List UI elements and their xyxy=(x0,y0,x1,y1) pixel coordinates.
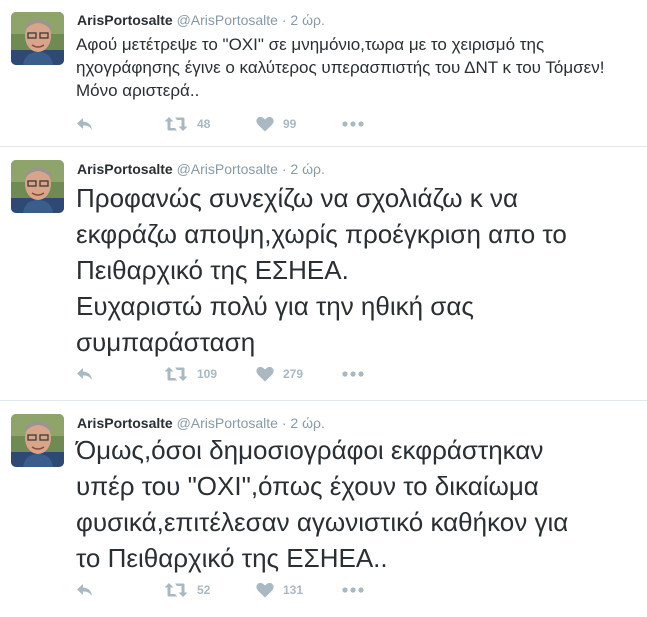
avatar[interactable] xyxy=(11,12,64,65)
like-count: 99 xyxy=(283,117,297,131)
reply-icon xyxy=(76,116,94,132)
like-button[interactable]: 279 xyxy=(256,363,303,385)
tweet-text-line: συμπαράσταση xyxy=(76,327,256,357)
tweet-header: ArisPortosalte @ArisPortosalte · 2 ώρ. xyxy=(77,11,325,29)
like-count: 131 xyxy=(283,583,304,597)
more-button[interactable] xyxy=(342,363,364,385)
author-handle[interactable]: @ArisPortosalte xyxy=(177,161,278,177)
more-icon xyxy=(342,587,364,593)
heart-icon xyxy=(256,582,274,598)
reply-button[interactable] xyxy=(76,113,94,135)
author-name[interactable]: ArisPortosalte xyxy=(77,12,173,28)
tweet-text-line: Προφανώς συνεχίζω να σχολιάζω κ να xyxy=(76,183,519,213)
retweet-icon xyxy=(164,582,188,598)
author-handle[interactable]: @ArisPortosalte xyxy=(177,12,278,28)
tweet-actions: 48 99 xyxy=(76,113,396,135)
retweet-icon xyxy=(164,366,188,382)
avatar[interactable] xyxy=(11,414,64,467)
retweet-button[interactable]: 48 xyxy=(164,113,210,135)
reply-icon xyxy=(76,366,94,382)
reply-button[interactable] xyxy=(76,579,94,601)
tweet-time[interactable]: 2 ώρ. xyxy=(290,415,324,431)
heart-icon xyxy=(256,366,274,382)
like-button[interactable]: 131 xyxy=(256,579,303,601)
tweet-actions: 109 279 xyxy=(76,363,396,385)
tweet-feed: ArisPortosalte @ArisPortosalte · 2 ώρ. Α… xyxy=(0,0,647,617)
tweet-text-line: Αφού μετέτρεψε το "ΟΧΙ" σε μνημόνιο,τωρα… xyxy=(76,35,545,54)
tweet-text-line: εκφράζω αποψη,χωρίς προέγκριση απο το xyxy=(76,219,567,249)
retweet-icon xyxy=(164,116,188,132)
tweet-text-line: Ευχαριστώ πολύ για την ηθική σας xyxy=(76,291,474,321)
more-icon xyxy=(342,121,364,127)
tweet-header: ArisPortosalte @ArisPortosalte · 2 ώρ. xyxy=(77,160,325,178)
tweet-text-line: Όμως,όσοι δημοσιογράφοι εκφράστηκαν xyxy=(76,435,544,465)
tweet-time[interactable]: 2 ώρ. xyxy=(290,12,324,28)
retweet-count: 48 xyxy=(197,117,211,131)
separator: · xyxy=(281,415,287,431)
tweet-text: Όμως,όσοι δημοσιογράφοι εκφράστηκαν υπέρ… xyxy=(76,432,639,576)
tweet[interactable]: ArisPortosalte @ArisPortosalte · 2 ώρ. Α… xyxy=(0,0,647,147)
tweet-text: Αφού μετέτρεψε το "ΟΧΙ" σε μνημόνιο,τωρα… xyxy=(76,33,639,102)
tweet-text-line: το Πειθαρχικό της ΕΣΗΕΑ.. xyxy=(76,543,388,573)
author-name[interactable]: ArisPortosalte xyxy=(77,161,173,177)
retweet-button[interactable]: 109 xyxy=(164,363,217,385)
author-name[interactable]: ArisPortosalte xyxy=(77,415,173,431)
retweet-count: 109 xyxy=(197,367,218,381)
more-icon xyxy=(342,371,364,377)
tweet-header: ArisPortosalte @ArisPortosalte · 2 ώρ. xyxy=(77,414,325,432)
author-handle[interactable]: @ArisPortosalte xyxy=(177,415,278,431)
tweet-text-line: Πειθαρχικό της ΕΣΗΕΑ. xyxy=(76,255,349,285)
like-button[interactable]: 99 xyxy=(256,113,296,135)
separator: · xyxy=(281,161,287,177)
tweet-actions: 52 131 xyxy=(76,579,396,601)
tweet-text-line: υπέρ του "ΟΧΙ",όπως έχουν το δικαίωμα xyxy=(76,471,539,501)
tweet[interactable]: ArisPortosalte @ArisPortosalte · 2 ώρ. Π… xyxy=(0,147,647,401)
avatar[interactable] xyxy=(11,160,64,213)
retweet-count: 52 xyxy=(197,583,211,597)
tweet-text-line: ηχογράφησης έγινε ο καλύτερος υπερασπιστ… xyxy=(76,58,605,77)
separator: · xyxy=(281,12,287,28)
tweet-text-line: Μόνο αριστερά.. xyxy=(76,81,200,100)
like-count: 279 xyxy=(283,367,304,381)
reply-button[interactable] xyxy=(76,363,94,385)
more-button[interactable] xyxy=(342,579,364,601)
more-button[interactable] xyxy=(342,113,364,135)
tweet-text: Προφανώς συνεχίζω να σχολιάζω κ να εκφρά… xyxy=(76,180,639,360)
tweet-time[interactable]: 2 ώρ. xyxy=(290,161,324,177)
heart-icon xyxy=(256,116,274,132)
tweet-text-line: φυσικά,επιτέλεσαν αγωνιστικό καθήκον για xyxy=(76,507,569,537)
tweet[interactable]: ArisPortosalte @ArisPortosalte · 2 ώρ. Ό… xyxy=(0,401,647,617)
retweet-button[interactable]: 52 xyxy=(164,579,210,601)
reply-icon xyxy=(76,582,94,598)
